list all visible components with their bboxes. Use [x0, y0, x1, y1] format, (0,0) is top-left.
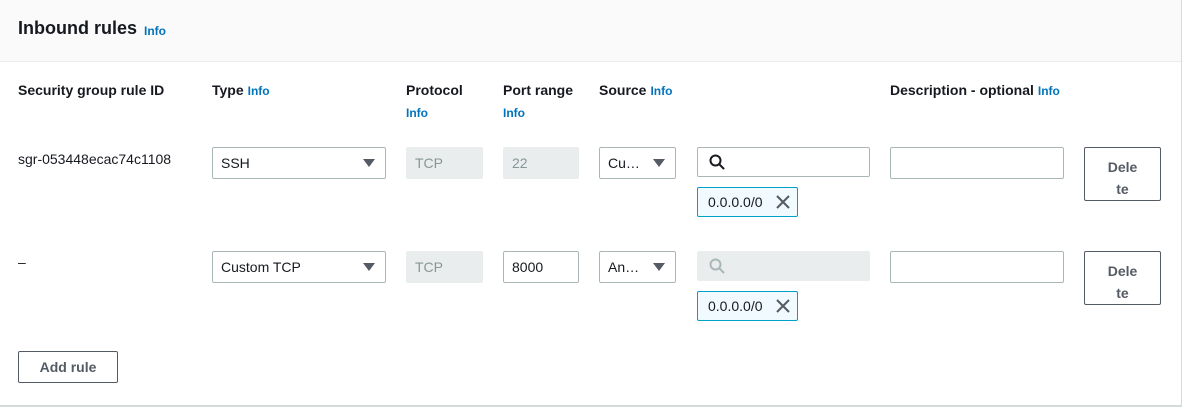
source-cidr-token-label: 0.0.0.0/0 — [708, 298, 763, 314]
description-input[interactable] — [890, 251, 1064, 283]
column-header-protocol: Protocol — [406, 82, 463, 98]
protocol-field: TCP — [406, 251, 483, 283]
type-select[interactable]: Custom TCP — [212, 251, 386, 283]
type-info-link[interactable]: Info — [248, 84, 270, 98]
close-icon[interactable] — [775, 194, 791, 210]
description-info-link[interactable]: Info — [1038, 84, 1060, 98]
column-header-rule-id-label: Security group rule ID — [18, 82, 165, 98]
delete-rule-button-label-line2: te — [1116, 181, 1129, 197]
rule-id: – — [18, 254, 26, 270]
inbound-rules-panel: Inbound rules Info Security group rule I… — [0, 0, 1182, 407]
close-icon[interactable] — [775, 298, 791, 314]
source-type-select-value: An… — [608, 259, 640, 275]
port-range-field: 22 — [503, 147, 579, 179]
add-rule-button[interactable]: Add rule — [18, 351, 118, 383]
port-range-input[interactable]: 8000 — [503, 251, 579, 283]
source-info-link[interactable]: Info — [650, 84, 672, 98]
source-type-select[interactable]: An… — [599, 251, 676, 283]
rule-id: sgr-053448ecac74c1108 — [18, 151, 172, 167]
column-header-rule-id: Security group rule ID — [18, 82, 164, 98]
delete-rule-button[interactable]: Dele te — [1084, 147, 1161, 201]
delete-rule-button[interactable]: Dele te — [1084, 251, 1161, 305]
protocol-field: TCP — [406, 147, 483, 179]
column-header-source-label: Source — [599, 82, 647, 98]
type-select-value: SSH — [221, 155, 250, 171]
column-header-port-range: Port range — [503, 82, 573, 98]
source-search-input[interactable] — [697, 147, 870, 177]
panel-title: Inbound rules — [18, 18, 137, 38]
source-search-input — [697, 251, 870, 281]
source-type-select[interactable]: Cu… — [599, 147, 676, 179]
column-header-type-label: Type — [212, 82, 244, 98]
column-header-protocol-label: Protocol — [406, 82, 463, 98]
source-cidr-token-label: 0.0.0.0/0 — [708, 194, 763, 210]
column-header-description: Description - optional Info — [890, 82, 1060, 98]
column-header-source: Source Info — [599, 82, 672, 98]
delete-rule-button-label-line1: Dele — [1107, 263, 1138, 279]
search-icon — [709, 154, 725, 170]
caret-down-icon — [363, 159, 375, 167]
type-select[interactable]: SSH — [212, 147, 386, 179]
search-icon — [709, 258, 725, 274]
caret-down-icon — [653, 159, 665, 167]
protocol-info-link[interactable]: Info — [406, 106, 428, 120]
source-type-select-value: Cu… — [608, 155, 640, 171]
column-header-type: Type Info — [212, 82, 270, 98]
column-header-description-label: Description - optional — [890, 82, 1034, 98]
port-range-info-link[interactable]: Info — [503, 106, 525, 120]
panel-title-info-link[interactable]: Info — [144, 24, 166, 38]
panel-header: Inbound rules Info — [0, 0, 1181, 62]
caret-down-icon — [653, 263, 665, 271]
delete-rule-button-label-line2: te — [1116, 285, 1129, 301]
column-header-port-range-label: Port range — [503, 82, 574, 98]
caret-down-icon — [363, 263, 375, 271]
source-cidr-token: 0.0.0.0/0 — [697, 187, 798, 217]
delete-rule-button-label-line1: Dele — [1107, 159, 1138, 175]
source-cidr-token: 0.0.0.0/0 — [697, 291, 798, 321]
type-select-value: Custom TCP — [221, 259, 301, 275]
description-input[interactable] — [890, 147, 1064, 179]
